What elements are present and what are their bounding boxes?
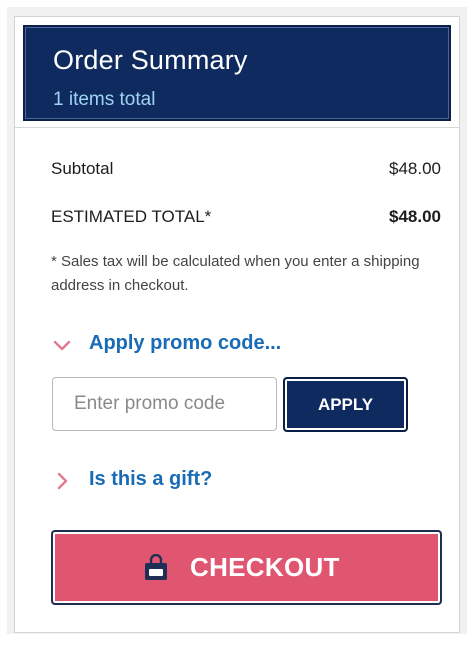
estimated-total-value: $48.00	[389, 207, 441, 226]
order-summary-panel: Order Summary 1 items total Subtotal $48…	[7, 7, 467, 634]
checkout-button[interactable]: CHECKOUT	[51, 530, 442, 605]
promo-code-toggle-label: Apply promo code...	[89, 332, 282, 354]
sales-tax-note: * Sales tax will be calculated when you …	[51, 253, 420, 294]
order-summary-card: Order Summary 1 items total Subtotal $48…	[14, 16, 460, 633]
promo-code-toggle[interactable]: Apply promo code...	[51, 330, 351, 360]
chevron-down-icon	[53, 340, 71, 351]
subtotal-label: Subtotal	[51, 159, 114, 178]
order-summary-title: Order Summary	[53, 45, 248, 75]
header-divider	[15, 127, 459, 128]
order-summary-header: Order Summary 1 items total	[23, 25, 451, 121]
gift-toggle-label: Is this a gift?	[89, 468, 213, 490]
checkout-label: CHECKOUT	[190, 552, 340, 582]
apply-promo-button[interactable]: APPLY	[283, 377, 408, 432]
items-total-count: 1 items total	[53, 89, 156, 110]
shopping-bag-icon	[145, 554, 167, 580]
promo-code-input[interactable]	[52, 377, 277, 431]
estimated-total-label: ESTIMATED TOTAL*	[51, 207, 212, 226]
gift-toggle[interactable]: Is this a gift?	[51, 466, 351, 496]
subtotal-value: $48.00	[389, 159, 441, 178]
chevron-right-icon	[57, 472, 68, 490]
